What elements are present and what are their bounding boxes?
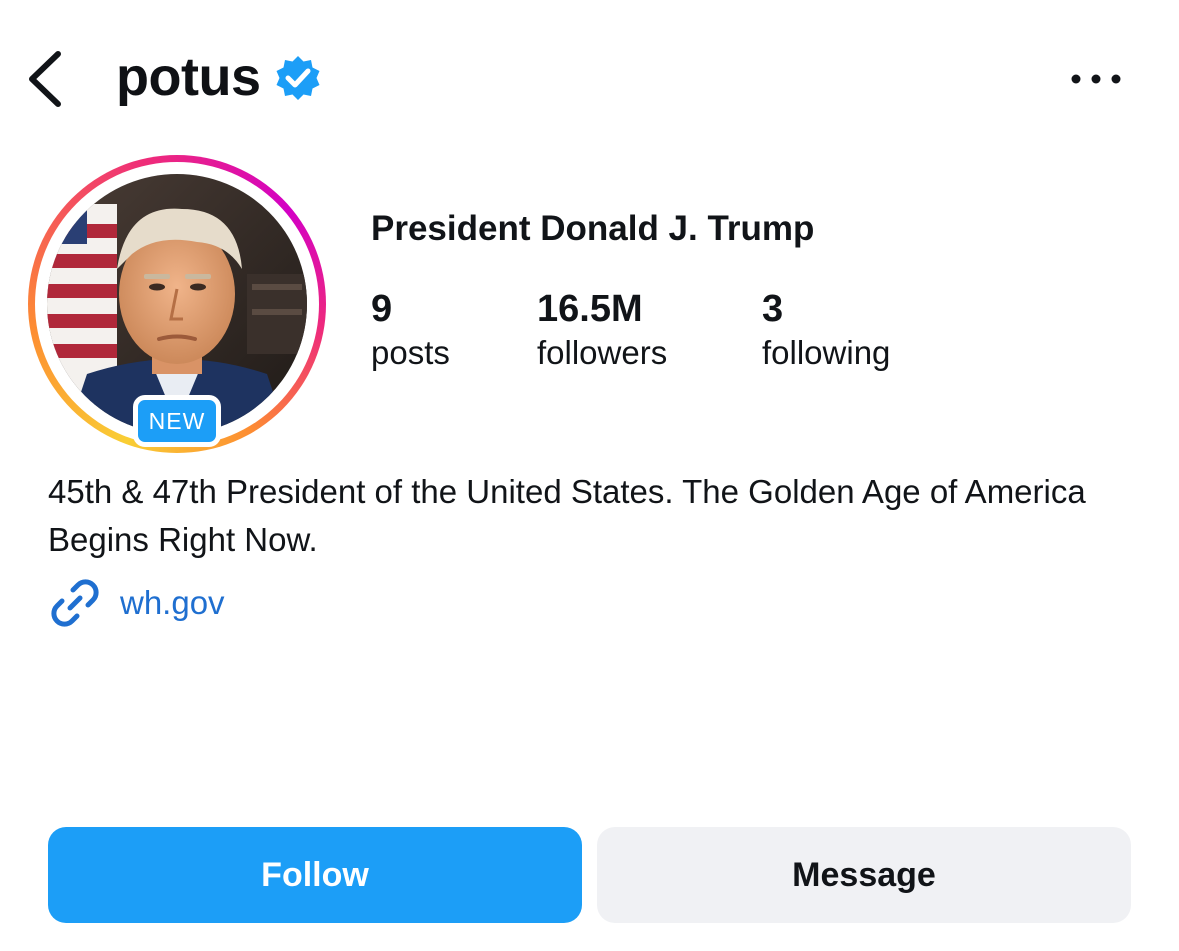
stat-following[interactable]: 3 following bbox=[762, 286, 890, 374]
display-name: President Donald J. Trump bbox=[371, 209, 815, 248]
stat-value: 16.5M bbox=[537, 288, 643, 330]
profile-link[interactable]: wh.gov bbox=[48, 578, 225, 628]
stat-value: 3 bbox=[762, 288, 784, 330]
link-icon bbox=[51, 579, 99, 627]
new-story-badge: NEW bbox=[133, 395, 221, 447]
profile-username: potus bbox=[116, 47, 261, 107]
stat-label: following bbox=[762, 334, 891, 371]
follow-button[interactable]: Follow bbox=[48, 827, 582, 923]
chevron-left-icon bbox=[29, 51, 61, 107]
verified-badge-icon bbox=[276, 56, 320, 100]
profile-link-text[interactable]: wh.gov bbox=[120, 578, 225, 628]
stat-value: 9 bbox=[371, 288, 393, 330]
more-options-button[interactable] bbox=[1066, 62, 1126, 96]
more-horizontal-icon bbox=[1071, 74, 1121, 84]
stat-label: followers bbox=[537, 334, 668, 371]
stat-followers[interactable]: 16.5M followers bbox=[537, 286, 667, 374]
message-button[interactable]: Message bbox=[597, 827, 1131, 923]
back-button[interactable] bbox=[22, 46, 72, 112]
stat-label: posts bbox=[371, 334, 450, 371]
profile-bio: 45th & 47th President of the United Stat… bbox=[48, 473, 1086, 558]
profile-page: potus NEW President Donald J. Trump 9 po… bbox=[0, 0, 1179, 951]
stat-posts[interactable]: 9 posts bbox=[371, 286, 450, 374]
